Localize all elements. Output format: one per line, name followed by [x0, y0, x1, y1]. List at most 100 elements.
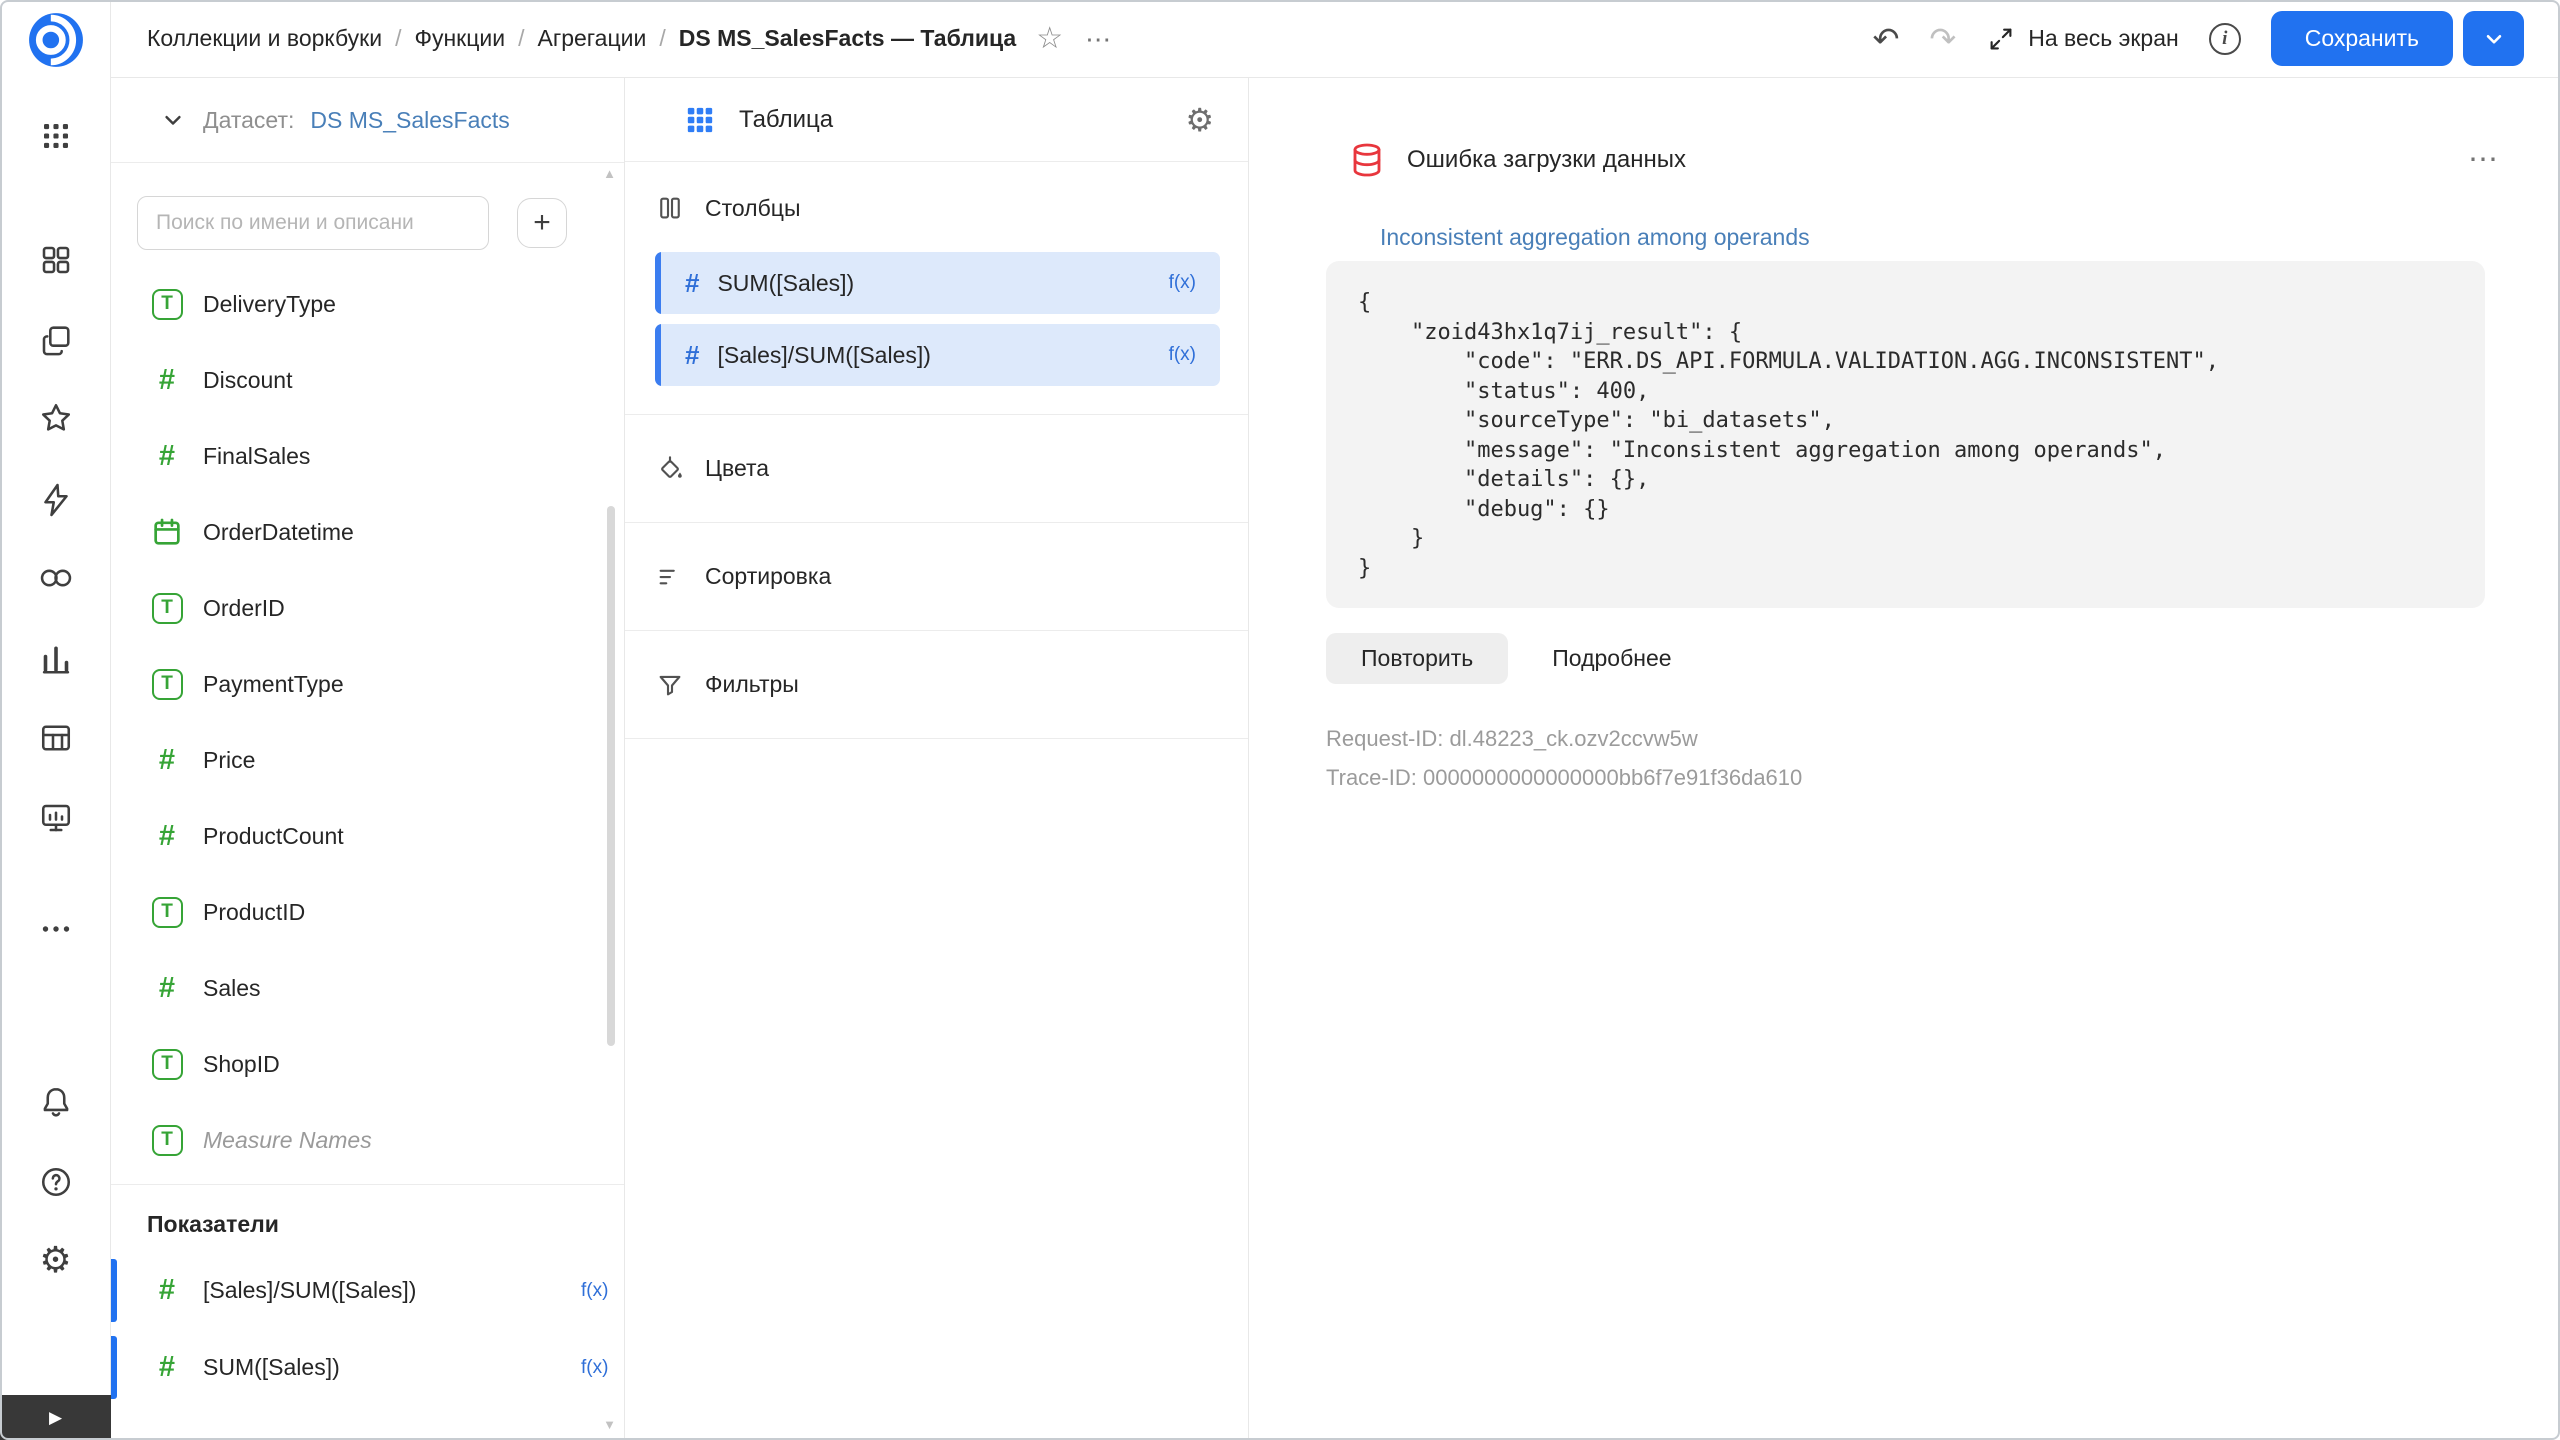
field-row[interactable]: T PaymentType — [111, 646, 624, 722]
dataset-header: Датасет: DS MS_SalesFacts — [111, 78, 624, 163]
field-row[interactable]: # FinalSales — [111, 418, 624, 494]
field-label: [Sales]/SUM([Sales]) — [717, 342, 930, 369]
breadcrumb-collections[interactable]: Коллекции и воркбуки — [147, 25, 382, 52]
number-field-icon: # — [685, 268, 699, 299]
field-row-measure-names[interactable]: T Measure Names — [111, 1102, 624, 1178]
section-label: Столбцы — [705, 195, 800, 222]
datasets-icon[interactable] — [0, 710, 111, 766]
field-label: ProductCount — [203, 823, 344, 850]
dashboards-icon[interactable] — [0, 790, 111, 846]
columns-section-header[interactable]: Столбцы — [655, 186, 1220, 230]
field-row[interactable]: # Sales — [111, 950, 624, 1026]
string-field-icon: T — [152, 1125, 183, 1156]
apps-grid-icon[interactable] — [0, 108, 111, 164]
field-row[interactable]: T ProductID — [111, 874, 624, 950]
sidebar-expand-bar[interactable]: ▶ — [0, 1395, 111, 1440]
field-row-clipped[interactable]: # — [111, 1431, 624, 1440]
measures-section: Показатели # [Sales]/SUM([Sales]) f(x) #… — [111, 1184, 624, 1440]
chart-settings-panel: Таблица ⚙ Столбцы # SUM([Sales]) f(x) # … — [625, 78, 1249, 1440]
column-field-row[interactable]: # SUM([Sales]) f(x) — [655, 252, 1220, 314]
retry-button[interactable]: Повторить — [1326, 633, 1508, 684]
sort-section[interactable]: Сортировка — [625, 523, 1248, 631]
undo-icon[interactable]: ↶ — [1873, 23, 1900, 55]
filter-icon — [655, 670, 685, 700]
field-row[interactable]: OrderDatetime — [111, 494, 624, 570]
breadcrumb-separator: / — [395, 25, 401, 52]
chart-settings-gear-icon[interactable]: ⚙ — [1185, 104, 1214, 136]
collections-icon[interactable] — [0, 312, 111, 368]
redo-icon[interactable]: ↷ — [1929, 23, 1956, 55]
topbar-actions: ↶ ↷ На весь экран i Сохранить — [1873, 11, 2524, 66]
number-field-icon: # — [147, 820, 187, 853]
charts-icon[interactable] — [0, 630, 111, 686]
breadcrumb-aggregations[interactable]: Агрегации — [537, 25, 646, 52]
notifications-icon[interactable] — [0, 1074, 111, 1130]
field-label: SUM([Sales]) — [717, 270, 854, 297]
error-header: Ошибка загрузки данных ⋯ — [1347, 140, 2500, 180]
save-button[interactable]: Сохранить — [2271, 11, 2453, 66]
info-icon[interactable]: i — [2209, 23, 2241, 55]
filters-section[interactable]: Фильтры — [625, 631, 1248, 739]
field-label: Discount — [203, 367, 292, 394]
field-row[interactable]: # Discount — [111, 342, 624, 418]
measure-row[interactable]: # [Sales]/SUM([Sales]) f(x) — [111, 1252, 624, 1329]
sort-icon — [655, 562, 685, 592]
dataset-panel: Датасет: DS MS_SalesFacts ▲ + T Delivery… — [111, 78, 625, 1440]
info-glyph: i — [2222, 28, 2227, 50]
editor-icon[interactable] — [0, 472, 111, 528]
page-title: DS MS_SalesFacts — Таблица — [679, 25, 1016, 52]
favorite-star-icon[interactable]: ☆ — [1036, 24, 1063, 54]
datalens-logo[interactable] — [0, 11, 111, 69]
field-row[interactable]: T ShopID — [111, 1026, 624, 1102]
play-icon: ▶ — [49, 1408, 62, 1428]
scroll-up-icon[interactable]: ▲ — [603, 166, 616, 181]
more-services-icon[interactable] — [0, 901, 111, 957]
field-label: Sales — [203, 975, 261, 1002]
table-visualization-icon[interactable] — [683, 103, 717, 137]
field-search-row: + — [137, 196, 624, 250]
details-button[interactable]: Подробнее — [1526, 633, 1697, 684]
string-field-icon: T — [152, 897, 183, 928]
section-label: Цвета — [705, 455, 769, 482]
columns-field-list: # SUM([Sales]) f(x) # [Sales]/SUM([Sales… — [655, 252, 1220, 386]
number-field-icon: # — [685, 340, 699, 371]
colors-section[interactable]: Цвета — [625, 415, 1248, 523]
scrollbar-thumb[interactable] — [607, 506, 615, 1046]
save-options-button[interactable] — [2463, 11, 2524, 66]
field-row[interactable]: # Price — [111, 722, 624, 798]
services-icon[interactable] — [0, 232, 111, 288]
breadcrumb-functions[interactable]: Функции — [414, 25, 505, 52]
error-more-icon[interactable]: ⋯ — [2468, 145, 2500, 175]
fullscreen-button[interactable]: На весь экран — [1986, 24, 2179, 54]
column-field-row[interactable]: # [Sales]/SUM([Sales]) f(x) — [655, 324, 1220, 386]
settings-icon[interactable]: ⚙ — [0, 1232, 111, 1288]
visualization-title: Таблица — [739, 106, 833, 134]
measure-row[interactable]: # SUM([Sales]) f(x) — [111, 1329, 624, 1406]
collapse-chevron-icon[interactable] — [159, 106, 187, 134]
breadcrumb-separator: / — [518, 25, 524, 52]
left-navigation-rail: ⚙ ▶ — [0, 0, 111, 1440]
error-json: { "zoid43hx1q7ij_result": { "code": "ERR… — [1358, 288, 2453, 583]
dataset-name-link[interactable]: DS MS_SalesFacts — [310, 107, 509, 134]
scroll-down-icon[interactable]: ▼ — [603, 1417, 616, 1432]
fullscreen-label: На весь экран — [2028, 25, 2179, 52]
error-details-link[interactable]: Inconsistent aggregation among operands — [1380, 224, 1810, 251]
field-row[interactable]: T DeliveryType — [111, 266, 624, 342]
date-field-icon — [150, 515, 184, 549]
formula-icon: f(x) — [1169, 272, 1196, 294]
entry-more-icon[interactable]: ⋯ — [1085, 26, 1113, 52]
dimensions-list: T DeliveryType # Discount # FinalSales O… — [111, 266, 624, 1178]
error-actions: Повторить Подробнее — [1326, 633, 1698, 684]
field-label: Measure Names — [203, 1127, 372, 1154]
favorites-icon[interactable] — [0, 390, 111, 446]
search-input[interactable] — [137, 196, 489, 250]
chart-preview-area: Ошибка загрузки данных ⋯ Inconsistent ag… — [1249, 78, 2560, 1440]
help-icon[interactable] — [0, 1154, 111, 1210]
field-accent-bar — [655, 324, 661, 386]
expand-icon — [1986, 24, 2016, 54]
field-label: OrderID — [203, 595, 285, 622]
field-row[interactable]: T OrderID — [111, 570, 624, 646]
add-field-button[interactable]: + — [517, 198, 567, 248]
connections-icon[interactable] — [0, 550, 111, 606]
field-row[interactable]: # ProductCount — [111, 798, 624, 874]
